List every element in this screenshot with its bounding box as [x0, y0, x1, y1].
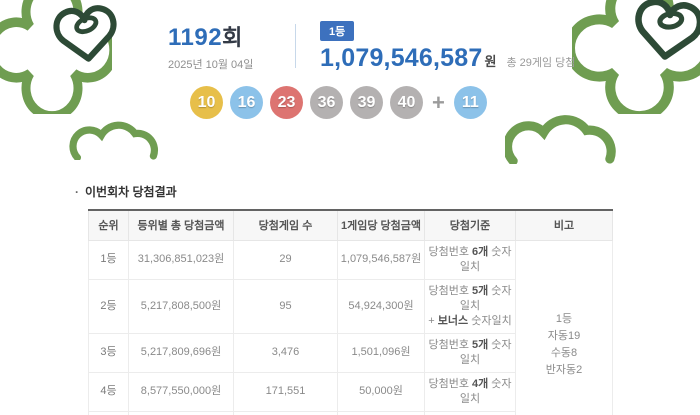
prize-per-game-cell: 50,000원	[338, 372, 425, 411]
heart-logo-icon-top-left	[49, 1, 123, 70]
bonus-ball: 11	[454, 86, 487, 119]
criteria-text: 숫자일치	[468, 315, 512, 327]
column-header: 비고	[516, 210, 613, 240]
lotto-result-page: 1192회 2025년 10월 04일 1등 1,079,546,587 원 총…	[0, 0, 700, 415]
winning-games-cell: 95	[234, 279, 338, 333]
lotto-ball: 23	[270, 86, 303, 119]
draw-round-number: 1192	[168, 24, 222, 51]
column-header: 1게임당 당첨금액	[338, 210, 425, 240]
criteria-text: 6개	[472, 246, 488, 258]
plus-icon: +	[432, 90, 445, 116]
first-prize-badge: 1등	[320, 21, 354, 41]
rank-cell: 2등	[89, 279, 129, 333]
winning-numbers: 101623363940 +11	[190, 86, 487, 119]
criteria-text: 당첨번호	[428, 285, 472, 297]
column-header: 등위별 총 당첨금액	[129, 210, 234, 240]
lotto-ball: 10	[190, 86, 223, 119]
column-header: 당첨기준	[425, 210, 516, 240]
remark-cell: 1등자동19 수동8 반자동2	[516, 240, 613, 415]
draw-round-block: 1192회 2025년 10월 04일	[168, 20, 253, 72]
column-header: 당첨게임 수	[234, 210, 338, 240]
heart-logo-icon-top-right	[624, 0, 700, 69]
prize-per-game-cell: 1,501,096원	[338, 333, 425, 372]
total-prize-cell: 31,306,851,023원	[129, 240, 234, 279]
draw-round-title: 1192회	[168, 20, 253, 52]
remark-line: 반자동2	[546, 364, 582, 376]
criteria-text: 5개	[472, 339, 488, 351]
criteria-text: 5개	[472, 285, 488, 297]
winning-games-cell: 2,841,016	[234, 411, 338, 415]
criteria-text: 4개	[472, 378, 488, 390]
rank-cell: 4등	[89, 372, 129, 411]
criteria-text: 당첨번호	[428, 378, 472, 390]
criteria-cell: 당첨번호 6개 숫자일치	[425, 240, 516, 279]
total-prize-cell: 14,205,080,000원	[129, 411, 234, 415]
winning-games-cell: 171,551	[234, 372, 338, 411]
results-table-header-row: 순위등위별 총 당첨금액당첨게임 수1게임당 당첨금액당첨기준비고	[89, 210, 613, 240]
column-header: 순위	[89, 210, 129, 240]
lotto-ball: 16	[230, 86, 263, 119]
total-prize-cell: 5,217,808,500원	[129, 279, 234, 333]
results-section-title-text: 이번회차 당첨결과	[85, 185, 177, 199]
results-table-body: 1등31,306,851,023원291,079,546,587원당첨번호 6개…	[89, 240, 613, 415]
first-prize-amount: 1,079,546,587	[320, 44, 482, 73]
total-prize-cell: 8,577,550,000원	[129, 372, 234, 411]
draw-round-suffix: 회	[222, 25, 242, 50]
criteria-text: 당첨번호	[428, 339, 472, 351]
header-divider	[295, 24, 296, 68]
clover-cloud-decoration-top-left	[0, 0, 112, 114]
prize-per-game-cell: 1,079,546,587원	[338, 240, 425, 279]
rank-cell: 1등	[89, 240, 129, 279]
table-row: 1등31,306,851,023원291,079,546,587원당첨번호 6개…	[89, 240, 613, 279]
clover-cloud-decoration-top-right	[572, 0, 700, 114]
rank-cell: 3등	[89, 333, 129, 372]
total-prize-cell: 5,217,809,696원	[129, 333, 234, 372]
first-prize-amount-line: 1,079,546,587 원 총 29게임 당첨	[320, 44, 575, 73]
winning-games-cell: 3,476	[234, 333, 338, 372]
cloud-decoration-right	[505, 108, 617, 164]
remark-line: 1등	[556, 313, 572, 325]
rank-cell: 5등	[89, 411, 129, 415]
results-table: 순위등위별 총 당첨금액당첨게임 수1게임당 당첨금액당첨기준비고 1등31,3…	[88, 209, 613, 415]
winning-games-cell: 29	[234, 240, 338, 279]
criteria-cell: 당첨번호 3개 숫자일치	[425, 411, 516, 415]
prize-per-game-cell: 5,000원	[338, 411, 425, 415]
criteria-text: 보너스	[438, 315, 468, 327]
first-prize-block: 1등 1,079,546,587 원 총 29게임 당첨	[320, 21, 575, 73]
remark-line: 자동19	[548, 330, 580, 342]
criteria-cell: 당첨번호 5개 숫자일치+ 보너스 숫자일치	[425, 279, 516, 333]
results-section-title: · 이번회차 당첨결과	[75, 183, 177, 200]
criteria-cell: 당첨번호 5개 숫자일치	[425, 333, 516, 372]
lotto-ball: 39	[350, 86, 383, 119]
criteria-text: +	[428, 315, 437, 327]
lotto-ball: 40	[390, 86, 423, 119]
remark-line: 수동8	[551, 347, 577, 359]
criteria-cell: 당첨번호 4개 숫자일치	[425, 372, 516, 411]
draw-date: 2025년 10월 04일	[168, 56, 253, 72]
prize-per-game-cell: 54,924,300원	[338, 279, 425, 333]
criteria-text: 당첨번호	[428, 246, 472, 258]
bullet-icon: ·	[75, 185, 79, 199]
currency-label: 원	[484, 51, 496, 70]
lotto-ball: 36	[310, 86, 343, 119]
total-games-note: 총 29게임 당첨	[506, 54, 575, 70]
cloud-decoration-left	[66, 116, 164, 160]
